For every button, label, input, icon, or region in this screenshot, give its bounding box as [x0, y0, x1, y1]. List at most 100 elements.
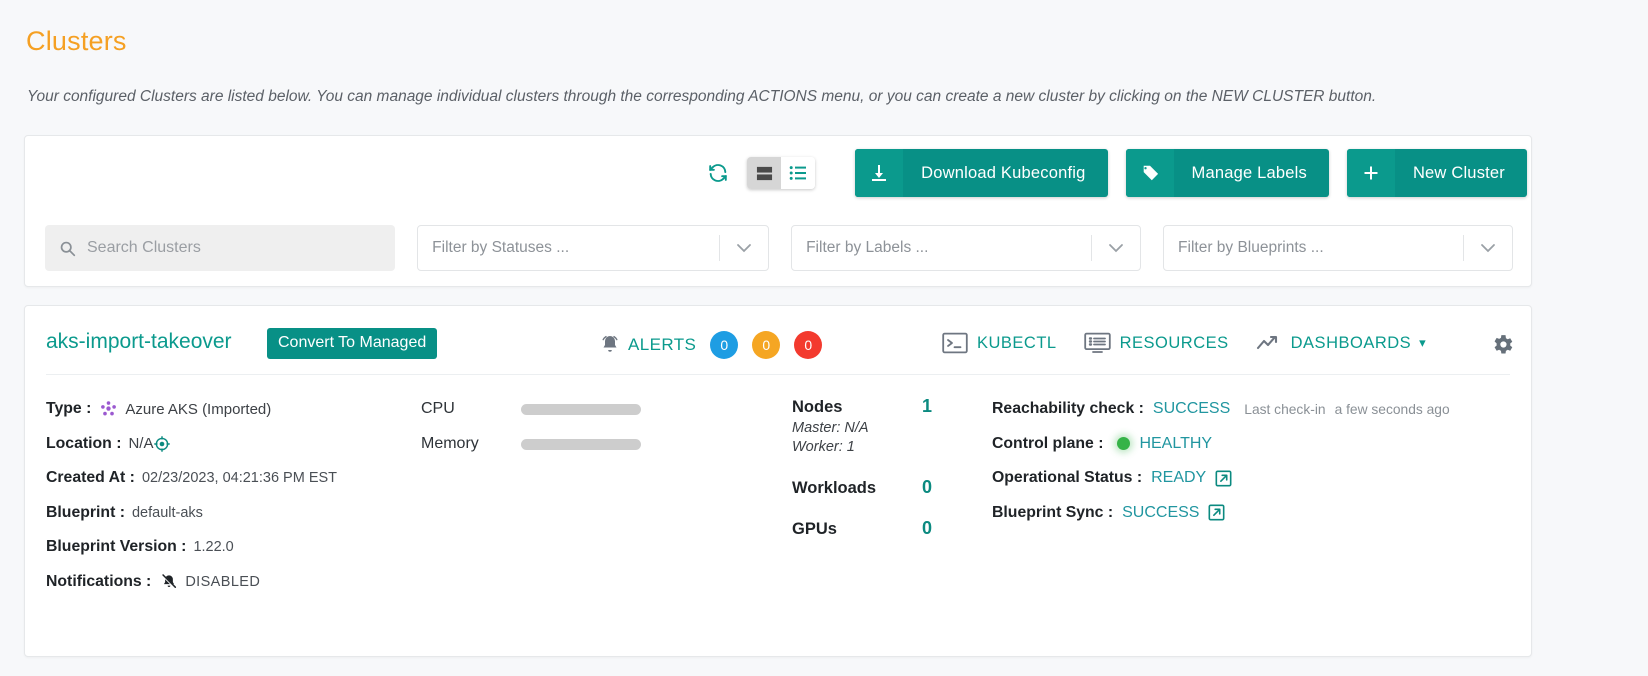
status-row-operational: Operational Status : READY: [992, 467, 1512, 489]
view-mode-toggle[interactable]: [747, 157, 816, 189]
cluster-counts-column: Nodes 1 Master: N/A Worker: 1 Workloads …: [792, 396, 932, 539]
status-row-control-plane: Control plane : HEALTHY: [992, 433, 1512, 455]
cpu-usage-bar: [521, 403, 641, 415]
count-label: Nodes: [792, 398, 843, 416]
status-key: Control plane :: [992, 434, 1104, 452]
status-row-reachability: Reachability check : SUCCESS Last check-…: [992, 398, 1512, 420]
toolbar-actions: Download Kubeconfig Manage Labels New Cl…: [701, 142, 1527, 204]
cluster-card: aks-import-takeover Convert To Managed A…: [24, 305, 1532, 657]
alert-count-critical[interactable]: 0: [794, 331, 823, 359]
status-value: READY: [1151, 469, 1207, 486]
gear-icon[interactable]: [1490, 332, 1515, 357]
filter-blueprints-placeholder: Filter by Blueprints ...: [1178, 239, 1324, 256]
info-value: Azure AKS (Imported): [125, 400, 272, 418]
manage-labels-label: Manage Labels: [1191, 163, 1307, 182]
filter-statuses-select[interactable]: Filter by Statuses ...: [417, 225, 770, 271]
dashboards-label: DASHBOARDS: [1290, 333, 1412, 352]
meter-row-cpu: CPU: [421, 398, 671, 420]
chevron-down-icon[interactable]: [1464, 243, 1512, 253]
status-value: SUCCESS: [1152, 400, 1231, 417]
status-dot-healthy: [1117, 437, 1131, 450]
chevron-down-icon[interactable]: [720, 243, 768, 253]
status-key: Blueprint Sync :: [992, 503, 1114, 521]
meter-row-memory: Memory: [421, 433, 671, 455]
kubectl-action[interactable]: KUBECTL: [942, 332, 1057, 354]
terminal-icon: [942, 332, 968, 354]
info-value: N/A: [128, 435, 154, 452]
info-value: 02/23/2023, 04:21:36 PM EST: [141, 470, 338, 486]
info-key: Blueprint :: [46, 503, 125, 521]
search-icon: [59, 240, 76, 257]
info-row-location: Location : N/A: [46, 433, 436, 455]
bell-off-icon: [160, 573, 178, 591]
count-label: GPUs: [792, 520, 837, 538]
last-checkin-value: a few seconds ago: [1334, 401, 1450, 417]
filters-row: Search Clusters Filter by Statuses ... F…: [25, 218, 1531, 278]
nodes-worker-sub: Worker: 1: [792, 439, 855, 455]
chevron-down-icon[interactable]: [1092, 243, 1140, 253]
cluster-info-column: Type : Azure AKS (Imported) Location : N…: [46, 398, 436, 605]
kubectl-label: KUBECTL: [977, 333, 1057, 352]
new-cluster-button[interactable]: New Cluster: [1346, 149, 1527, 197]
list-view-icon[interactable]: [781, 157, 816, 189]
cluster-actions: KUBECTL RESOURCES DASHBOARDS ▾: [942, 332, 1453, 354]
download-kubeconfig-label: Download Kubeconfig: [921, 163, 1086, 182]
search-input[interactable]: Search Clusters: [45, 225, 396, 271]
info-value: default-aks: [131, 504, 203, 521]
count-value: 1: [921, 396, 932, 416]
info-value: DISABLED: [185, 573, 261, 590]
count-value: 0: [921, 518, 932, 538]
status-key: Reachability check :: [992, 400, 1144, 417]
filter-labels-select[interactable]: Filter by Labels ...: [791, 225, 1142, 271]
download-kubeconfig-button[interactable]: Download Kubeconfig: [855, 149, 1108, 197]
trending-up-icon: [1256, 333, 1282, 353]
toolbar-card: Download Kubeconfig Manage Labels New Cl…: [24, 135, 1532, 287]
new-cluster-label: New Cluster: [1412, 163, 1505, 182]
alert-count-warning[interactable]: 0: [752, 331, 781, 359]
resources-action[interactable]: RESOURCES: [1083, 332, 1229, 354]
filter-statuses-placeholder: Filter by Statuses ...: [432, 239, 570, 256]
info-row-type: Type : Azure AKS (Imported): [46, 398, 436, 420]
info-row-blueprint: Blueprint : default-aks: [46, 502, 436, 524]
alerts-label: ALERTS: [628, 335, 697, 354]
kubernetes-azure-icon: [99, 400, 118, 419]
count-value: 0: [921, 477, 932, 497]
cluster-meters-column: CPU Memory: [421, 398, 671, 468]
alerts-group: ALERTS 0 0 0: [598, 331, 823, 359]
external-link-icon[interactable]: [1215, 470, 1232, 487]
info-key: Type :: [46, 400, 92, 417]
info-value: 1.22.0: [193, 539, 234, 555]
location-target-icon[interactable]: [154, 435, 171, 452]
search-placeholder: Search Clusters: [87, 239, 201, 256]
external-link-icon[interactable]: [1208, 504, 1225, 521]
cluster-status-column: Reachability check : SUCCESS Last check-…: [992, 398, 1512, 536]
dashboards-action[interactable]: DASHBOARDS ▾: [1256, 333, 1427, 353]
clusters-page: Clusters Your configured Clusters are li…: [0, 0, 1648, 676]
filter-blueprints-select[interactable]: Filter by Blueprints ...: [1163, 225, 1513, 271]
count-row-nodes: Nodes 1: [792, 396, 932, 417]
list-box-icon: [1083, 332, 1111, 354]
page-title: Clusters: [26, 26, 127, 56]
cluster-header: aks-import-takeover Convert To Managed A…: [25, 306, 1531, 375]
info-row-blueprint-version: Blueprint Version : 1.22.0: [46, 536, 436, 558]
meter-label: Memory: [421, 435, 479, 452]
refresh-icon[interactable]: [701, 156, 735, 190]
cluster-name-link[interactable]: aks-import-takeover: [46, 330, 232, 354]
info-key: Notifications :: [46, 572, 152, 590]
info-row-notifications: Notifications : DISABLED: [46, 571, 436, 593]
chevron-down-icon[interactable]: ▾: [1419, 335, 1426, 351]
count-row-gpus: GPUs 0: [792, 518, 932, 539]
bell-icon: [598, 333, 622, 357]
meter-label: CPU: [421, 400, 455, 417]
tag-icon: [1125, 149, 1174, 197]
manage-labels-button[interactable]: Manage Labels: [1125, 149, 1329, 197]
filter-labels-placeholder: Filter by Labels ...: [806, 239, 929, 256]
download-icon: [855, 149, 904, 197]
convert-to-managed-button[interactable]: Convert To Managed: [267, 328, 438, 359]
last-checkin-label: Last check-in: [1244, 401, 1326, 417]
card-view-icon[interactable]: [747, 157, 782, 189]
memory-usage-bar: [521, 438, 641, 450]
alert-count-info[interactable]: 0: [710, 331, 739, 359]
status-value: SUCCESS: [1122, 503, 1200, 521]
status-row-blueprint-sync: Blueprint Sync : SUCCESS: [992, 502, 1512, 524]
